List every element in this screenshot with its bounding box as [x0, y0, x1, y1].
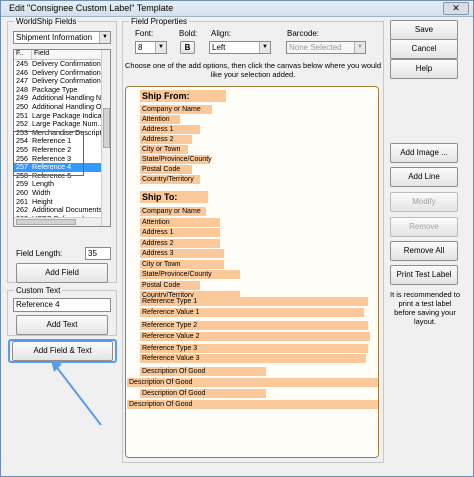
title-bar: Edit "Consignee Custom Label" Template ✕: [1, 1, 473, 17]
font-size-value: 8: [138, 43, 143, 52]
ship-from-field[interactable]: Postal Code: [140, 165, 192, 174]
description-of-good-field[interactable]: Description Of Good: [127, 400, 378, 409]
custom-text-legend: Custom Text: [16, 286, 61, 295]
print-test-note: It is recommended to print a test label …: [389, 290, 461, 326]
field-category-value: Shipment Information: [16, 33, 93, 42]
ship-to-field[interactable]: Address 1: [140, 228, 220, 237]
custom-text-input[interactable]: Reference 4: [13, 298, 111, 312]
field-list-row[interactable]: 260 Width: [14, 188, 110, 198]
remove-all-button[interactable]: Remove All: [390, 241, 458, 261]
field-length-input[interactable]: 35: [85, 247, 111, 260]
bold-label: Bold:: [179, 29, 198, 38]
reference-fields-selection: [13, 131, 84, 176]
bold-toggle[interactable]: B: [180, 41, 195, 54]
field-length-label: Field Length:: [16, 249, 63, 258]
canvas-instructions: Choose one of the add options, then clic…: [125, 61, 381, 79]
cancel-button[interactable]: Cancel: [390, 39, 458, 59]
align-value: Left: [212, 43, 226, 52]
ship-to-field[interactable]: Address 2: [140, 238, 220, 248]
description-of-good-field[interactable]: Description Of Good: [127, 378, 378, 387]
barcode-value: None Selected: [289, 43, 342, 52]
col-number-header[interactable]: F..: [14, 50, 32, 59]
modify-button[interactable]: Modify: [390, 192, 458, 212]
barcode-select[interactable]: None Selected ▼: [286, 41, 366, 54]
pointer-arrow-icon: [51, 360, 102, 426]
label-canvas[interactable]: Ship From: Company or Name Attention Addres…: [125, 86, 379, 458]
print-test-label-button[interactable]: Print Test Label: [390, 265, 458, 285]
window-title: Edit "Consignee Custom Label" Template: [9, 3, 174, 13]
remove-button[interactable]: Remove: [390, 217, 458, 237]
ship-to-field[interactable]: Company or Name: [140, 207, 206, 216]
chevron-down-icon: ▼: [99, 32, 110, 43]
ship-to-field[interactable]: Attention: [140, 217, 220, 227]
ship-from-field[interactable]: Attention: [140, 115, 180, 124]
ship-to-field[interactable]: State/Province/County: [140, 270, 240, 279]
ship-to-field[interactable]: City or Town: [140, 259, 224, 269]
barcode-label: Barcode:: [287, 29, 320, 38]
align-label: Align:: [211, 29, 232, 38]
ship-from-field[interactable]: Address 1: [140, 125, 200, 134]
vscroll-thumb[interactable]: [103, 108, 110, 148]
field-list-hscroll[interactable]: [14, 217, 101, 226]
chevron-down-icon: ▼: [259, 42, 270, 53]
col-field-header[interactable]: Field: [32, 50, 49, 59]
ship-from-field[interactable]: Country/Territory: [140, 175, 200, 184]
reference-field[interactable]: Reference Type 1: [140, 297, 368, 306]
add-field-and-text-button[interactable]: Add Field & Text: [12, 341, 113, 361]
align-select[interactable]: Left ▼: [209, 41, 271, 54]
ship-from-field[interactable]: State/Province/County: [140, 155, 212, 164]
font-label: Font:: [135, 29, 154, 38]
reference-field[interactable]: Reference Value 2: [140, 332, 370, 341]
reference-field[interactable]: Reference Type 2: [140, 321, 368, 330]
ship-to-heading[interactable]: Ship To:: [140, 191, 208, 203]
close-button[interactable]: ✕: [443, 2, 469, 15]
help-button[interactable]: Help: [390, 59, 458, 79]
reference-field[interactable]: Reference Type 3: [140, 344, 368, 353]
field-list-row[interactable]: 259 Length: [14, 180, 110, 189]
save-button[interactable]: Save: [390, 20, 458, 40]
ship-to-field[interactable]: Postal Code: [140, 280, 200, 290]
ship-from-field[interactable]: City or Town: [140, 145, 188, 154]
add-line-button[interactable]: Add Line: [390, 167, 458, 187]
field-category-select[interactable]: Shipment Information ▼: [13, 31, 111, 44]
template-editor-window: Edit "Consignee Custom Label" Template ✕…: [0, 0, 474, 477]
field-list-vscroll[interactable]: [101, 50, 110, 226]
add-text-button[interactable]: Add Text: [16, 315, 108, 335]
description-of-good-field[interactable]: Description Of Good: [140, 367, 266, 376]
chevron-down-icon: ▼: [354, 42, 365, 53]
worldship-fields-legend: WorldShip Fields: [16, 17, 77, 26]
ship-from-field[interactable]: Address 2: [140, 135, 192, 144]
reference-field[interactable]: Reference Value 3: [140, 354, 366, 363]
add-image-button[interactable]: Add Image ...: [390, 143, 458, 163]
field-properties-legend: Field Properties: [131, 17, 188, 26]
add-field-button[interactable]: Add Field: [16, 263, 108, 283]
ship-to-field[interactable]: Address 3: [140, 249, 224, 258]
chevron-down-icon: ▼: [155, 42, 166, 53]
ship-from-heading[interactable]: Ship From:: [140, 90, 226, 102]
hscroll-thumb[interactable]: [16, 219, 76, 225]
ship-from-field[interactable]: Company or Name: [140, 105, 212, 114]
font-size-select[interactable]: 8 ▼: [135, 41, 167, 54]
description-of-good-field[interactable]: Description Of Good: [140, 389, 266, 398]
reference-field[interactable]: Reference Value 1: [140, 308, 364, 317]
